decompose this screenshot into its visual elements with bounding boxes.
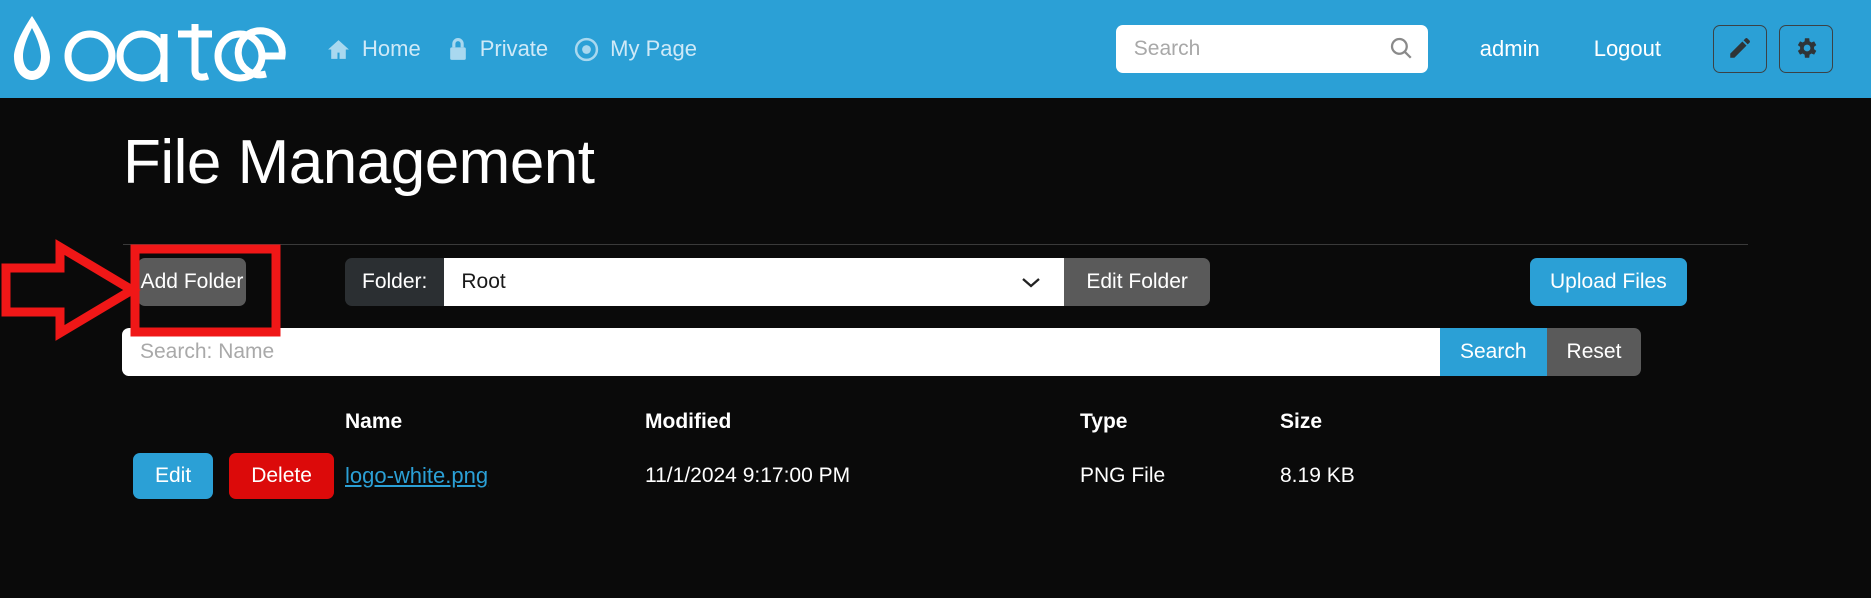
- table-header-type: Type: [1080, 410, 1128, 433]
- nav-item-private[interactable]: Private: [447, 36, 548, 62]
- table-row-actions: Edit Delete: [0, 453, 345, 499]
- file-table: Name Modified Type Size Edit Delete logo…: [0, 398, 1871, 506]
- nav-item-my-page[interactable]: My Page: [574, 36, 697, 62]
- table-cell-name: logo-white.png: [345, 463, 645, 489]
- main-content: File Management Add Folder Folder: Root …: [0, 98, 1871, 598]
- gear-icon: [1793, 35, 1819, 64]
- table-cell-modified: 11/1/2024 9:17:00 PM: [645, 464, 851, 487]
- nav-item-my-page-label: My Page: [610, 36, 697, 61]
- target-circle-icon: [574, 37, 599, 62]
- table-row: Edit Delete logo-white.png 11/1/2024 9:1…: [0, 446, 1871, 506]
- user-account-link[interactable]: admin: [1480, 36, 1540, 62]
- site-header: Home Private My Page Search admin Logout: [0, 0, 1871, 98]
- add-folder-button[interactable]: Add Folder: [138, 258, 246, 306]
- header-search-box: [1115, 25, 1428, 73]
- folder-select-label: Folder:: [345, 258, 445, 306]
- folder-select-group: Folder: Root Edit Folder: [345, 258, 1210, 306]
- chevron-down-icon: [1020, 275, 1042, 289]
- lock-icon: [447, 37, 469, 62]
- row-delete-button[interactable]: Delete: [229, 453, 334, 499]
- header-search-submit-button[interactable]: [1388, 25, 1414, 73]
- home-icon: [326, 37, 351, 62]
- table-header-name: Name: [345, 410, 403, 433]
- header-search-input[interactable]: [1115, 25, 1428, 73]
- upload-files-button[interactable]: Upload Files: [1530, 258, 1687, 306]
- table-header-row: Name Modified Type Size: [0, 398, 1871, 446]
- brand-logo-link[interactable]: [8, 12, 290, 86]
- search-icon: [1388, 35, 1414, 64]
- nav-item-home-label: Home: [362, 36, 421, 61]
- brand-wordmark: [60, 12, 290, 86]
- table-header-modified: Modified: [645, 410, 732, 433]
- logout-link[interactable]: Logout: [1594, 36, 1661, 62]
- pencil-icon: [1727, 35, 1753, 64]
- edit-mode-button[interactable]: [1713, 25, 1767, 73]
- file-search-input[interactable]: [122, 328, 1440, 376]
- file-search-button[interactable]: Search: [1440, 328, 1547, 376]
- file-search-row: Search Reset: [122, 328, 1871, 376]
- folder-select-value: Root: [461, 270, 506, 293]
- title-divider: [123, 244, 1748, 245]
- table-cell-size: 8.19 KB: [1280, 464, 1355, 487]
- file-name-link[interactable]: logo-white.png: [345, 463, 488, 488]
- edit-folder-button[interactable]: Edit Folder: [1064, 258, 1210, 306]
- row-edit-button[interactable]: Edit: [133, 453, 214, 499]
- primary-nav: Home Private My Page: [326, 36, 697, 62]
- water-drop-logo-icon: [8, 12, 56, 86]
- settings-button[interactable]: [1779, 25, 1833, 73]
- page-title: File Management: [123, 128, 595, 197]
- file-toolbar: Add Folder Folder: Root Edit Folder Uplo…: [0, 258, 1871, 316]
- nav-item-home[interactable]: Home: [326, 36, 421, 62]
- file-search-reset-button[interactable]: Reset: [1546, 328, 1642, 376]
- table-cell-type: PNG File: [1080, 464, 1166, 487]
- nav-item-private-label: Private: [479, 36, 549, 61]
- table-header-size: Size: [1280, 410, 1323, 433]
- folder-select-dropdown[interactable]: Root: [444, 258, 1065, 306]
